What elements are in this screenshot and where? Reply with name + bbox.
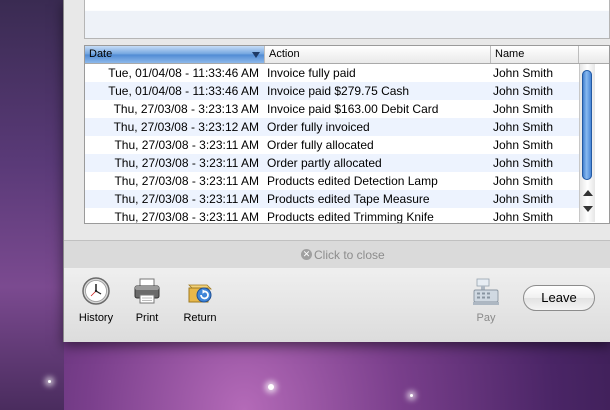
cell-action: Order partly allocated [267,156,382,170]
table-row[interactable]: Tue, 01/04/08 - 11:33:46 AM Invoice full… [85,64,579,82]
cell-name: John Smith [493,192,554,206]
history-table: Date Action Name Tue, 01/04/08 - 11:33:4… [84,45,610,224]
return-button[interactable]: Return [179,268,221,328]
print-label: Print [135,312,159,324]
vertical-scrollbar[interactable] [579,64,595,222]
leave-button[interactable]: Leave [523,285,595,311]
return-label: Return [183,312,217,324]
cell-date: Thu, 27/03/08 - 3:23:11 AM [114,192,259,206]
clock-icon [82,277,110,305]
cell-date: Thu, 27/03/08 - 3:23:11 AM [114,156,259,170]
desktop-star [268,384,274,390]
desktop-star [410,394,413,397]
history-label: History [78,312,114,324]
notes-pane [84,0,610,39]
print-button[interactable]: Print [129,268,165,328]
table-row[interactable]: Thu, 27/03/08 - 3:23:11 AM Products edit… [85,208,579,224]
cell-date: Tue, 01/04/08 - 11:33:46 AM [108,84,259,98]
desktop-background [0,0,64,410]
table-row[interactable]: Thu, 27/03/08 - 3:23:11 AM Order fully a… [85,136,579,154]
cell-name: John Smith [493,102,554,116]
column-header-date[interactable]: Date [85,46,265,63]
close-bar-label: Click to close [314,248,385,262]
printer-icon [134,278,160,304]
table-row[interactable]: Thu, 27/03/08 - 3:23:12 AM Order fully i… [85,118,579,136]
cell-action: Invoice paid $163.00 Debit Card [267,102,439,116]
cell-date: Thu, 27/03/08 - 3:23:11 AM [114,174,259,188]
table-body: Tue, 01/04/08 - 11:33:46 AM Invoice full… [85,64,579,224]
column-header-label: Name [495,48,525,60]
cell-name: John Smith [493,138,554,152]
history-window: Date Action Name Tue, 01/04/08 - 11:33:4… [63,0,610,342]
cell-name: John Smith [493,120,554,134]
cell-date: Thu, 27/03/08 - 3:23:13 AM [113,102,259,116]
cell-action: Products edited Detection Lamp [267,174,438,188]
return-box-icon [188,284,212,303]
scrollbar-thumb[interactable] [582,70,592,180]
close-circle-icon: ✕ [301,249,312,260]
column-header-name[interactable]: Name [491,46,579,63]
bottom-toolbar: History Print Return Pay Leave [64,268,610,342]
scroll-down-arrow-icon[interactable] [583,206,593,212]
table-row[interactable]: Thu, 27/03/08 - 3:23:11 AM Products edit… [85,172,579,190]
cell-action: Order fully invoiced [267,120,370,134]
table-row[interactable]: Thu, 27/03/08 - 3:23:13 AM Invoice paid … [85,100,579,118]
table-row[interactable]: Thu, 27/03/08 - 3:23:11 AM Order partly … [85,154,579,172]
cell-action: Products edited Trimming Knife [267,210,434,224]
cell-name: John Smith [493,66,554,80]
cell-date: Thu, 27/03/08 - 3:23:11 AM [114,138,259,152]
cell-name: John Smith [493,156,554,170]
cell-date: Thu, 27/03/08 - 3:23:12 AM [113,120,259,134]
column-header-spacer [579,46,609,63]
pay-button[interactable]: Pay [466,268,506,328]
cell-name: John Smith [493,174,554,188]
table-header: Date Action Name [85,46,609,64]
cash-register-icon [473,278,499,305]
table-row[interactable]: Thu, 27/03/08 - 3:23:11 AM Products edit… [85,190,579,208]
cell-action: Invoice paid $279.75 Cash [267,84,410,98]
sort-descending-icon [252,52,260,58]
history-button[interactable]: History [76,268,116,328]
cell-action: Invoice fully paid [267,66,356,80]
cell-name: John Smith [493,84,554,98]
table-row[interactable]: Tue, 01/04/08 - 11:33:46 AM Invoice paid… [85,82,579,100]
cell-date: Tue, 01/04/08 - 11:33:46 AM [108,66,259,80]
column-header-label: Action [269,48,300,60]
cell-action: Order fully allocated [267,138,374,152]
column-header-action[interactable]: Action [265,46,491,63]
scroll-up-arrow-icon[interactable] [583,190,593,196]
column-header-label: Date [89,48,113,60]
click-to-close-bar[interactable]: ✕ Click to close [64,240,610,269]
cell-action: Products edited Tape Measure [267,192,430,206]
pay-label: Pay [476,312,496,324]
cell-name: John Smith [493,210,554,224]
desktop-star [48,380,51,383]
cell-date: Thu, 27/03/08 - 3:23:11 AM [114,210,259,224]
